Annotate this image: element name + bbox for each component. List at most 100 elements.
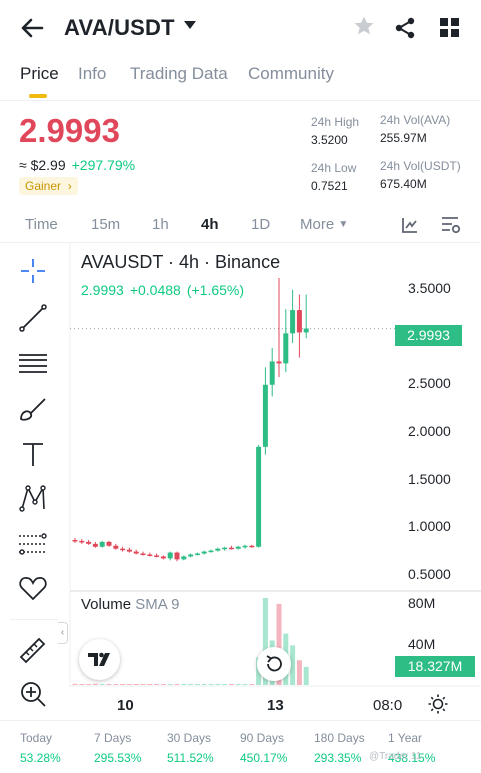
pair-title[interactable]: AVA/USDT	[64, 15, 175, 41]
perf-label-1y: 1 Year	[388, 731, 423, 745]
chart-title: AVAUSDT · 4h · Binance	[81, 252, 281, 272]
low-24h-value: 0.7521	[311, 179, 348, 193]
y-tick-label: 1.5000	[408, 471, 451, 487]
vol-base-value: 255.97M	[380, 131, 427, 145]
gainer-badge[interactable]: Gainer ›	[19, 177, 78, 195]
candle-body	[222, 547, 228, 550]
y-tick-label: 2.5000	[408, 375, 451, 391]
volume-bar	[126, 684, 132, 685]
collapse-tools-tab[interactable]: ‹	[58, 622, 68, 644]
interval-more[interactable]: More ▼	[300, 216, 348, 233]
perf-value-7d: 295.53%	[94, 751, 142, 765]
chart-ohlc-line: 2.9993 +0.0488 (+1.65%)	[81, 282, 250, 298]
perf-label-30d: 30 Days	[167, 731, 212, 745]
reset-chart-button[interactable]	[257, 647, 291, 681]
volume-bar	[222, 684, 228, 685]
volume-bar	[133, 684, 139, 685]
candle-body	[181, 556, 187, 560]
candle-body	[188, 554, 194, 557]
vol-tick-label: 40M	[408, 636, 436, 652]
high-24h-value: 3.5200	[311, 133, 348, 147]
current-price-tag: 2.9993	[395, 325, 462, 346]
interval-1d[interactable]: 1D	[251, 216, 270, 233]
perf-label-7d: 7 Days	[94, 731, 132, 745]
tab-trading-data[interactable]: Trading Data	[130, 64, 228, 84]
candle-body	[242, 545, 248, 548]
divider	[0, 720, 481, 721]
volume-bar	[120, 684, 126, 685]
interval-bar: Time 15m 1h 4h 1D More ▼	[0, 214, 481, 238]
high-24h-label: 24h High	[311, 115, 360, 129]
volume-bar	[106, 684, 112, 685]
tab-price[interactable]: Price	[20, 64, 59, 84]
candle-body	[215, 548, 221, 551]
candle-body	[201, 551, 207, 554]
candle-body	[92, 543, 98, 547]
chart-change: +0.0488	[129, 282, 181, 298]
rotate-reset-icon	[266, 655, 282, 672]
chart-settings-icon[interactable]	[441, 216, 461, 234]
perf-label-90d: 90 Days	[240, 731, 285, 745]
volume-sma-tag: 18.327M	[395, 656, 475, 677]
active-tab-indicator	[29, 94, 47, 98]
perf-value-90d: 450.17%	[240, 751, 288, 765]
pair-dropdown-caret-icon[interactable]	[184, 21, 196, 29]
candle-body	[99, 541, 105, 547]
volume-sma-label: SMA 9	[135, 596, 180, 613]
watermark: @Trader 11	[369, 751, 422, 762]
volume-bar	[201, 684, 207, 685]
back-arrow-icon[interactable]	[18, 14, 46, 42]
y-tick-label: 0.5000	[408, 566, 451, 582]
candle-body	[235, 546, 241, 549]
candle-body	[160, 556, 166, 559]
volume-bar	[72, 683, 78, 685]
volume-bar	[188, 684, 194, 685]
gainer-label: Gainer	[25, 179, 62, 193]
volume-bar	[181, 684, 187, 685]
theme-sun-icon[interactable]	[428, 694, 448, 714]
interval-15m[interactable]: 15m	[91, 216, 120, 233]
perf-label-today: Today	[20, 731, 53, 745]
candle-body	[290, 310, 296, 334]
favorite-star-icon[interactable]	[352, 14, 376, 38]
indicator-chart-icon[interactable]	[401, 216, 419, 234]
chart-last-price: 2.9993	[81, 282, 124, 298]
interval-1h[interactable]: 1h	[152, 216, 169, 233]
grid-menu-icon[interactable]	[440, 18, 459, 37]
low-24h-label: 24h Low	[311, 161, 357, 175]
candle-body	[106, 541, 112, 546]
volume-bar	[99, 684, 105, 685]
volume-bar	[160, 684, 166, 685]
vol-tick-label: 80M	[408, 595, 436, 611]
volume-bar	[194, 684, 200, 685]
candle-body	[296, 310, 302, 333]
interval-4h[interactable]: 4h	[201, 216, 219, 233]
chart-change-percent: (+1.65%)	[186, 282, 245, 298]
candle-body	[262, 384, 268, 447]
interval-time[interactable]: Time	[25, 216, 58, 233]
usd-price: ≈ $2.99	[19, 157, 66, 173]
volume-bar	[249, 684, 255, 685]
volume-bar	[92, 683, 98, 685]
candle-body	[79, 540, 85, 543]
tradingview-logo-icon	[88, 652, 110, 666]
candle-body	[72, 539, 78, 542]
candle-body	[283, 333, 289, 364]
candle-body	[86, 541, 92, 544]
share-icon[interactable]	[393, 16, 417, 40]
candle-body	[147, 554, 153, 557]
candle-body	[126, 549, 132, 552]
top-bar: AVA/USDT	[0, 0, 481, 58]
tab-community[interactable]: Community	[248, 64, 334, 84]
volume-bar	[296, 660, 302, 685]
candle-body	[167, 552, 173, 559]
y-tick-label: 1.0000	[408, 518, 451, 534]
perf-value-180d: 293.35%	[314, 751, 362, 765]
tab-info[interactable]: Info	[78, 64, 106, 84]
candle-body	[140, 553, 146, 556]
chevron-right-icon: ›	[64, 179, 72, 193]
tradingview-logo[interactable]	[79, 639, 120, 680]
volume-bar	[242, 684, 248, 685]
volume-bar	[228, 684, 234, 685]
last-price: 2.9993	[19, 112, 120, 149]
